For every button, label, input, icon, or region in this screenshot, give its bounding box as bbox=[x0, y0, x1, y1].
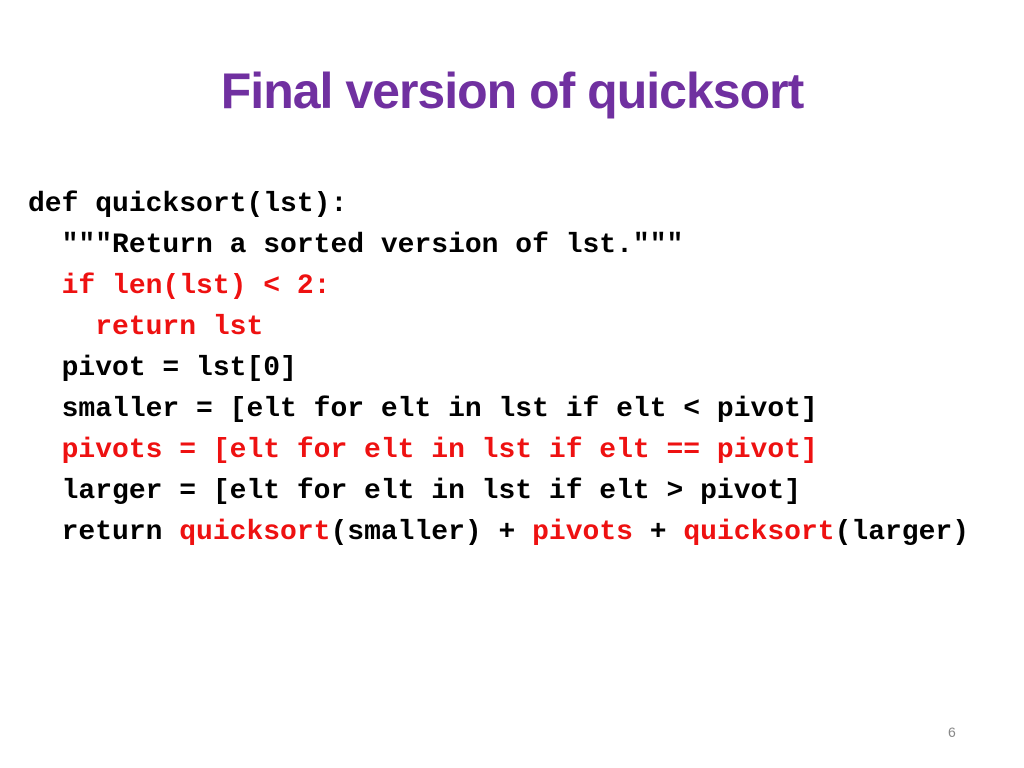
code-line: pivots = [elt for elt in lst if elt == p… bbox=[28, 430, 969, 471]
code-line: """Return a sorted version of lst.""" bbox=[28, 225, 969, 266]
page-number: 6 bbox=[948, 724, 956, 740]
code-line: return quicksort(smaller) + pivots + qui… bbox=[28, 512, 969, 553]
code-line: pivot = lst[0] bbox=[28, 348, 969, 389]
code-text: pivot = lst[0] bbox=[61, 353, 297, 384]
code-line: smaller = [elt for elt in lst if elt < p… bbox=[28, 389, 969, 430]
code-text: (smaller) + bbox=[330, 517, 533, 548]
code-text: smaller = [elt for elt in lst if elt < p… bbox=[61, 394, 818, 425]
code-text: larger = [elt for elt in lst if elt > pi… bbox=[61, 476, 801, 507]
code-block: def quicksort(lst): """Return a sorted v… bbox=[28, 184, 969, 553]
code-highlight: if len(lst) < 2: bbox=[61, 271, 331, 302]
code-line: if len(lst) < 2: bbox=[28, 266, 969, 307]
code-line: def quicksort(lst): bbox=[28, 184, 969, 225]
code-line: return lst bbox=[28, 307, 969, 348]
code-text: def quicksort(lst): bbox=[28, 189, 348, 220]
code-text: + bbox=[632, 517, 684, 548]
code-highlight: pivots bbox=[532, 517, 633, 548]
code-text: (larger) bbox=[834, 517, 970, 548]
code-text: """Return a sorted version of lst.""" bbox=[61, 230, 684, 261]
slide-title: Final version of quicksort bbox=[220, 63, 804, 119]
code-line: larger = [elt for elt in lst if elt > pi… bbox=[28, 471, 969, 512]
code-highlight: quicksort bbox=[683, 517, 835, 548]
code-highlight: pivots = [elt for elt in lst if elt == p… bbox=[61, 435, 818, 466]
code-highlight: return lst bbox=[95, 312, 264, 343]
code-highlight: quicksort bbox=[179, 517, 331, 548]
code-text: return bbox=[61, 517, 180, 548]
